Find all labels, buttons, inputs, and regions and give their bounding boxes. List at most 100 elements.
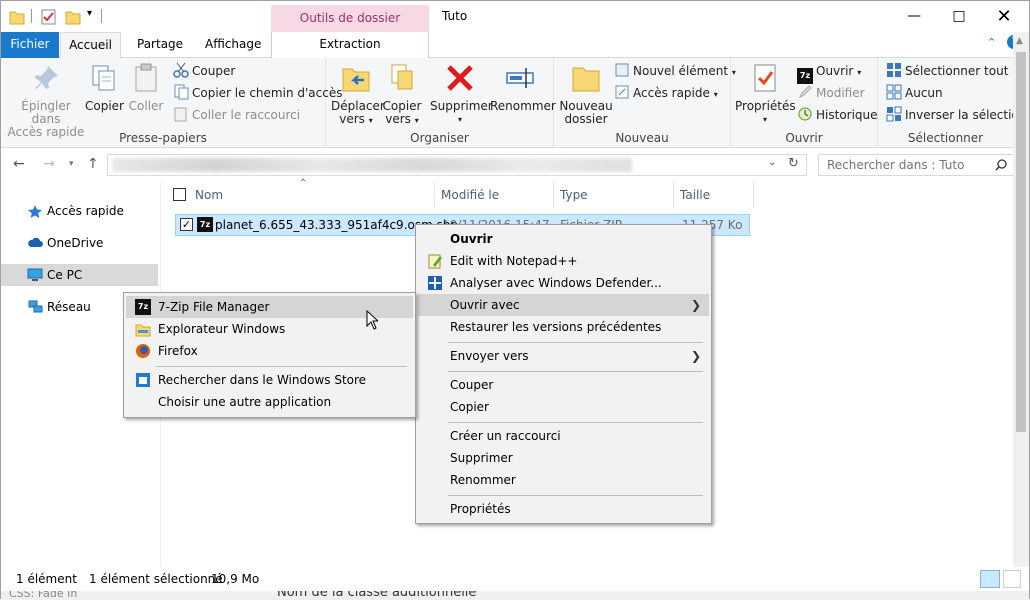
vertical-scrollbar[interactable]: ▲ — [1013, 32, 1029, 567]
star-icon — [28, 205, 42, 218]
history-button[interactable]: Historique — [797, 105, 878, 125]
title-bar: ▾ Outils de dossier compressé Tuto — □ ✕ — [1, 1, 1029, 52]
new-folder-icon[interactable] — [65, 8, 81, 26]
scroll-up-icon[interactable]: ▲ — [1016, 36, 1023, 46]
group-open: Propriétés ▾ 7z Ouvrir ▾ Modifier Histori… — [731, 58, 878, 148]
select-none-icon — [886, 84, 902, 100]
menu-label: Ouvrir avec — [450, 298, 520, 312]
quick-access-icon — [615, 85, 629, 99]
select-all-checkbox[interactable] — [173, 188, 186, 201]
new-item-button[interactable]: Nouvel élément ▾ — [614, 61, 736, 81]
menu-item-cut[interactable]: Couper — [418, 374, 709, 396]
menu-label: Rechercher dans le Windows Store — [158, 373, 367, 387]
menu-item-open[interactable]: Ouvrir — [418, 228, 709, 250]
menu-item-defender[interactable]: Analyser avec Windows Defender... — [418, 272, 709, 294]
column-header-type[interactable]: Type — [554, 182, 674, 208]
address-dropdown-icon[interactable]: ⌄ — [768, 157, 776, 168]
tab-extract[interactable]: Extraction — [271, 32, 429, 58]
menu-item-copy[interactable]: Copier — [418, 396, 709, 418]
pin-quick-access-button[interactable]: Épingler dans Accès rapide — [7, 62, 85, 139]
nav-item-this-pc[interactable]: Ce PC — [1, 264, 158, 286]
nav-item-onedrive[interactable]: OneDrive — [1, 232, 158, 254]
column-header-modified[interactable]: Modifié le — [435, 182, 554, 208]
properties-button[interactable]: Propriétés ▾ — [735, 62, 796, 126]
menu-item-delete[interactable]: Supprimer — [418, 447, 709, 469]
refresh-icon[interactable]: ↻ — [788, 156, 799, 171]
delete-x-icon — [447, 65, 473, 91]
copy-path-button[interactable]: Copier le chemin d'accès — [173, 83, 342, 103]
rename-button[interactable]: Renommer — [490, 62, 556, 113]
invert-selection-button[interactable]: Inverser la sélection — [886, 105, 1026, 125]
back-arrow-icon[interactable]: ← — [13, 156, 25, 172]
menu-label: Edit with Notepad++ — [450, 254, 578, 268]
edit-icon — [798, 85, 812, 99]
copy-to-icon — [391, 64, 413, 90]
tab-view[interactable]: Affichage — [195, 32, 271, 58]
search-box[interactable] — [818, 154, 1016, 176]
paste-shortcut-button[interactable]: Coller le raccourci — [173, 105, 300, 125]
minimize-button[interactable]: — — [891, 1, 937, 32]
up-arrow-icon[interactable]: ↑ — [87, 156, 99, 172]
submenu-item-firefox[interactable]: Firefox — [126, 340, 413, 362]
selected-size: 10,9 Mo — [211, 572, 260, 586]
details-view-button[interactable] — [980, 570, 1000, 588]
copy-path-label: Copier le chemin d'accès — [192, 86, 343, 100]
nav-item-quick-access[interactable]: Accès rapide — [1, 200, 158, 222]
submenu-item-choose-app[interactable]: Choisir une autre application — [126, 391, 413, 413]
tab-share[interactable]: Partage — [127, 32, 193, 58]
window-title: Tuto — [442, 9, 468, 23]
recent-locations-icon[interactable]: ▾ — [69, 159, 74, 169]
menu-item-send-to[interactable]: Envoyer vers ❯ — [418, 345, 709, 367]
status-bar: 1 élément 1 élément sélectionné 10,9 Mo — [1, 567, 1029, 593]
select-none-button[interactable]: Aucun — [886, 83, 943, 103]
maximize-button[interactable]: □ — [936, 1, 982, 32]
close-button[interactable]: ✕ — [981, 1, 1027, 32]
chevron-down-icon: ▾ — [414, 116, 419, 125]
defender-shield-icon — [428, 276, 442, 290]
forward-arrow-icon[interactable]: → — [43, 156, 55, 172]
address-bar[interactable]: ⌄ ↻ — [107, 154, 807, 176]
notepad-plus-icon — [428, 254, 442, 269]
folder-icon — [9, 11, 25, 25]
pin-icon — [35, 66, 58, 89]
column-header-size[interactable]: Taille — [674, 182, 754, 208]
delete-button[interactable]: Supprimer ▾ — [430, 62, 493, 126]
network-icon — [28, 300, 43, 313]
copy-to-button[interactable]: Copier vers ▾ — [379, 62, 425, 127]
menu-item-create-shortcut[interactable]: Créer un raccourci — [418, 425, 709, 447]
cut-button[interactable]: Couper — [173, 61, 235, 81]
delete-label: Supprimer — [430, 99, 493, 113]
properties-icon[interactable] — [41, 8, 57, 26]
row-checkbox[interactable]: ✓ — [180, 218, 193, 231]
chevron-down-icon: ▾ — [713, 90, 718, 99]
menu-item-open-with[interactable]: Ouvrir avec ❯ — [418, 294, 709, 316]
customize-qa-icon[interactable]: ▾ — [87, 8, 92, 19]
menu-label: Firefox — [158, 344, 198, 358]
group-label-new: Nouveau — [615, 131, 669, 145]
move-to-button[interactable]: Déplacer vers ▾ — [331, 62, 385, 127]
scroll-thumb[interactable] — [1016, 52, 1026, 432]
quick-access-button[interactable]: Accès rapide ▾ — [614, 83, 718, 103]
tab-home[interactable]: Accueil — [60, 32, 121, 59]
column-header-name[interactable]: Nom — [189, 182, 435, 208]
large-icons-view-button[interactable] — [1003, 570, 1021, 588]
submenu-item-store[interactable]: Rechercher dans le Windows Store — [126, 369, 413, 391]
menu-item-rename[interactable]: Renommer — [418, 469, 709, 491]
menu-item-notepad[interactable]: Edit with Notepad++ — [418, 250, 709, 272]
tab-file[interactable]: Fichier — [1, 32, 59, 58]
select-all-icon — [887, 63, 901, 77]
menu-item-properties[interactable]: Propriétés — [418, 498, 709, 520]
collapse-ribbon-icon[interactable]: ⌃ — [987, 36, 996, 49]
history-label: Historique — [816, 108, 878, 122]
select-all-button[interactable]: Sélectionner tout — [886, 61, 1008, 81]
ribbon: Épingler dans Accès rapide Copier Coller… — [1, 58, 1029, 148]
edit-button[interactable]: Modifier — [797, 83, 865, 103]
new-folder-button[interactable]: Nouveau dossier — [558, 62, 614, 126]
copy-label: Copier — [85, 99, 124, 113]
paste-button[interactable]: Coller — [127, 62, 165, 113]
chevron-down-icon: ▾ — [762, 115, 767, 124]
open-button[interactable]: 7z Ouvrir ▾ — [797, 61, 861, 84]
menu-item-restore[interactable]: Restaurer les versions précédentes — [418, 316, 709, 338]
search-input[interactable] — [819, 155, 989, 175]
copy-button[interactable]: Copier — [85, 62, 124, 113]
